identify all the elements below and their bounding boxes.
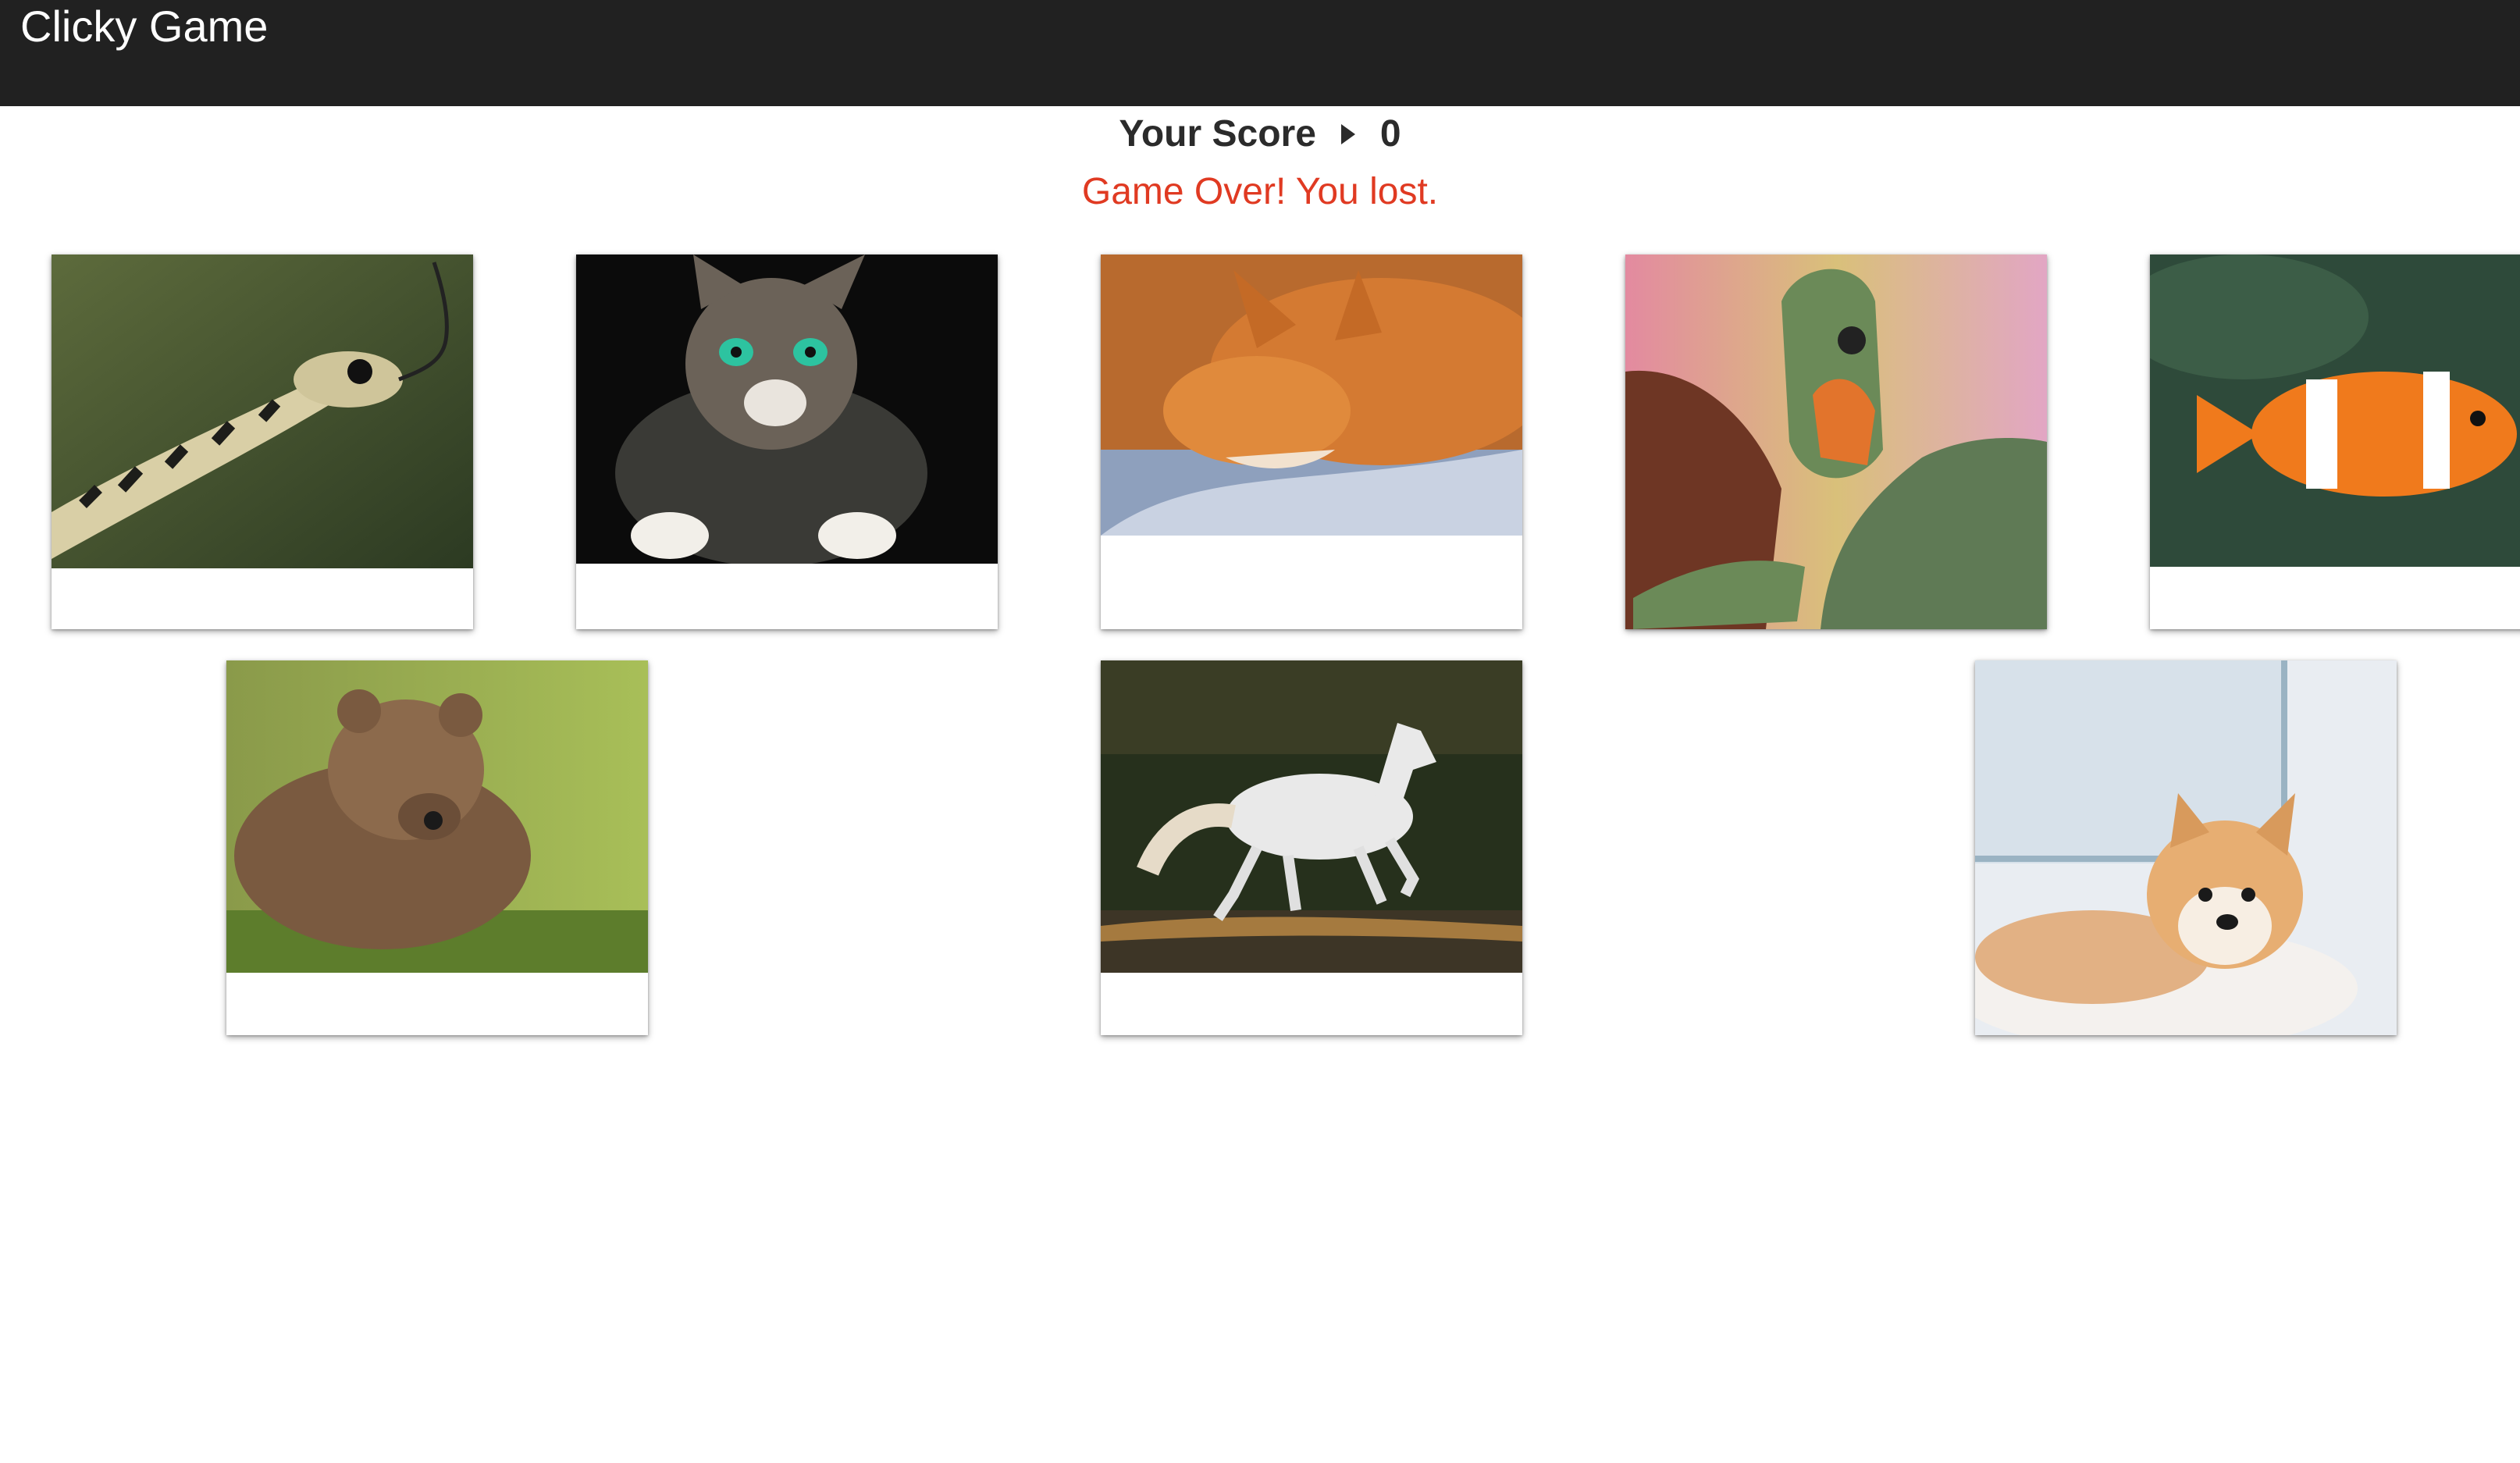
snake-image <box>52 255 473 568</box>
clownfish-image <box>2150 255 2520 567</box>
card-snake[interactable] <box>52 255 473 629</box>
horse-image <box>1101 660 1522 973</box>
bear-image <box>226 660 648 973</box>
navbar: Clicky Game <box>0 0 2520 106</box>
score-label: Your Score <box>1119 113 1316 155</box>
card-cat[interactable] <box>576 255 998 629</box>
card-fox[interactable] <box>1101 255 1522 629</box>
card-shiba-dog[interactable] <box>1975 660 2397 1035</box>
shiba-dog-image <box>1975 660 2397 1035</box>
card-horse[interactable] <box>1101 660 1522 1035</box>
card-turtle[interactable] <box>1625 255 2047 629</box>
turtle-image <box>1625 255 2047 629</box>
brand-title: Clicky Game <box>20 2 269 51</box>
caret-right-icon <box>1340 124 1355 144</box>
card-bear[interactable] <box>226 660 648 1035</box>
game-status-message: Game Over! You lost. <box>1081 171 1439 212</box>
score-value: 0 <box>1379 113 1401 155</box>
cat-image <box>576 255 998 564</box>
fox-image <box>1101 255 1522 536</box>
card-clownfish[interactable] <box>2150 255 2520 629</box>
score-display: Your Score 0 <box>0 109 2520 159</box>
